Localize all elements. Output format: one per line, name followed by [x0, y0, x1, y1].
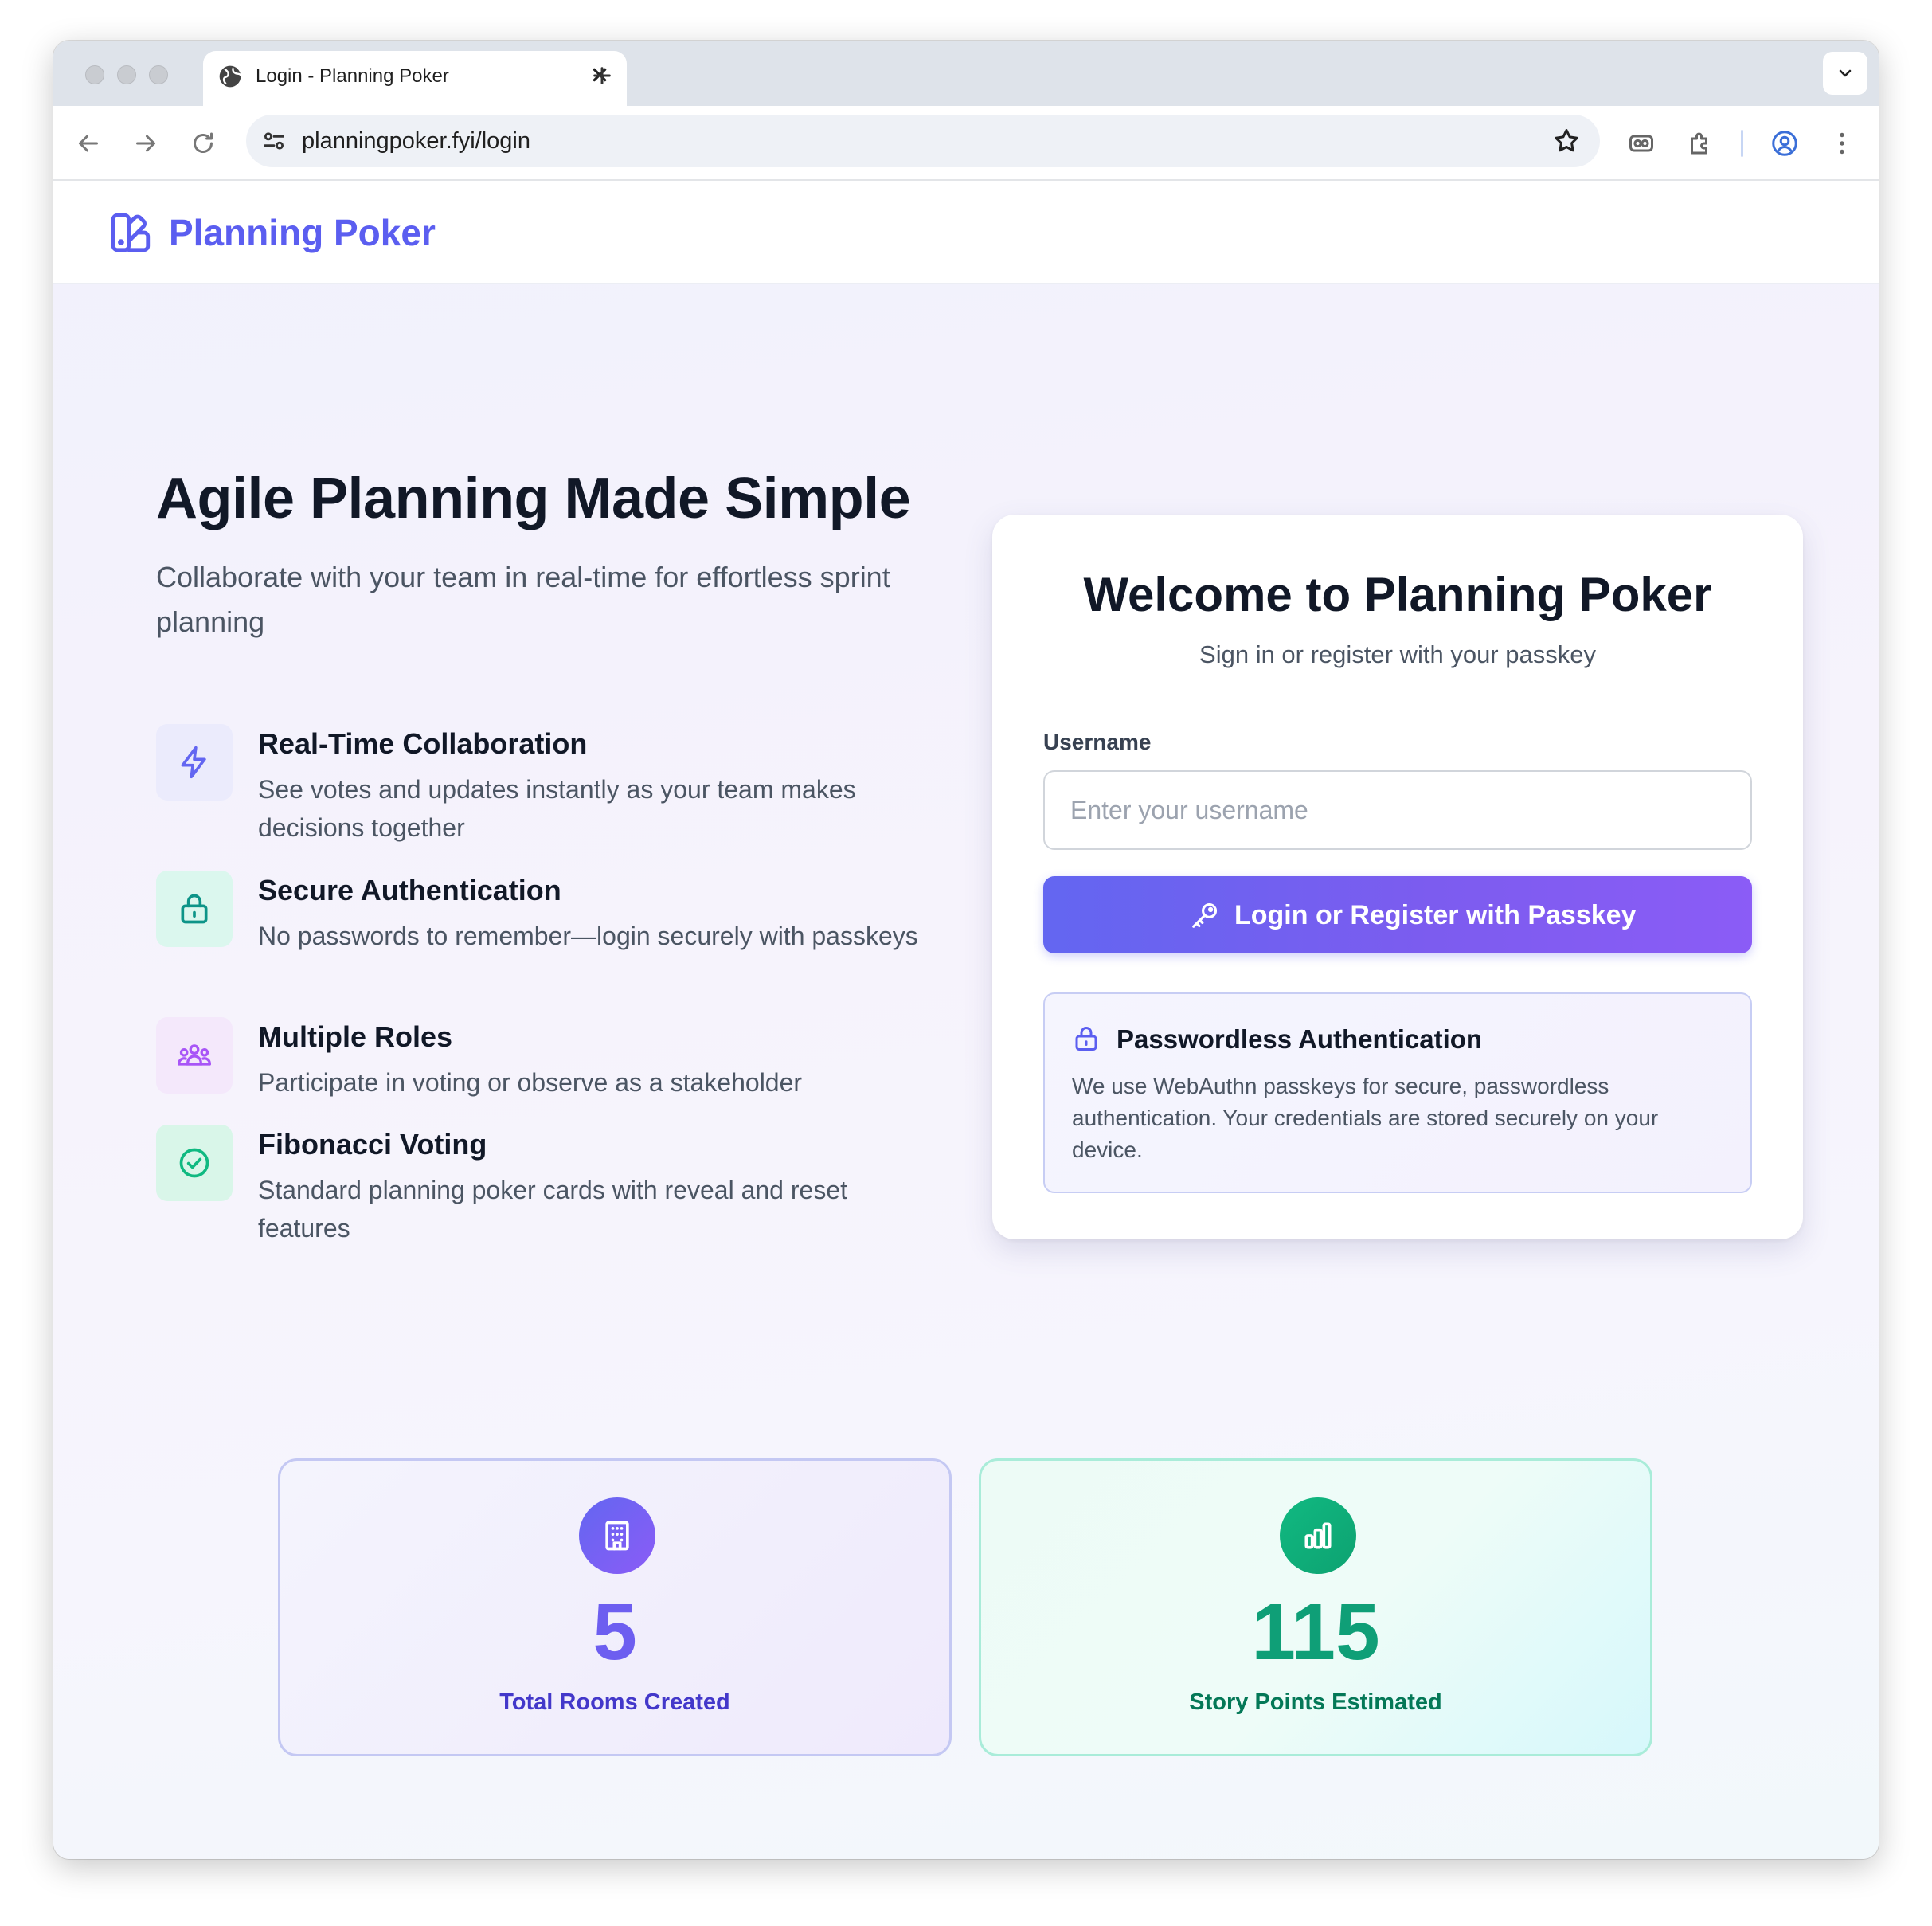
username-label: Username [1043, 730, 1152, 754]
back-icon[interactable] [74, 129, 103, 158]
check-circle-icon [179, 1148, 209, 1178]
browser-toolbar: planningpoker.fyi/login [53, 106, 1879, 181]
passkey-button-label: Login or Register with Passkey [1234, 900, 1637, 930]
new-tab-icon[interactable] [589, 63, 615, 88]
site-settings-icon[interactable] [260, 127, 287, 155]
login-title: Welcome to Planning Poker [1083, 568, 1712, 621]
feature-title: Secure Authentication [258, 874, 561, 906]
stat-card-story-points: 115 Story Points Estimated [979, 1458, 1652, 1756]
username-input[interactable] [1043, 770, 1752, 850]
stat-icon-circle [579, 1497, 655, 1574]
feature-title: Fibonacci Voting [258, 1128, 487, 1161]
browser-window: Login - Planning Poker planningpoker.fyi… [53, 41, 1879, 1859]
url-text: planningpoker.fyi/login [302, 128, 530, 154]
lock-icon [181, 894, 208, 924]
stat-value-story-points: 115 [1251, 1587, 1380, 1677]
building-icon [605, 1521, 629, 1551]
forward-icon[interactable] [131, 129, 160, 158]
close-window-button[interactable] [85, 65, 104, 84]
stat-card-rooms: 5 Total Rooms Created [278, 1458, 952, 1756]
bar-chart-icon [1304, 1522, 1332, 1549]
key-icon [1192, 902, 1218, 928]
extension-glasses-icon[interactable] [1627, 129, 1656, 158]
passkey-login-button[interactable]: Login or Register with Passkey [1043, 876, 1752, 953]
users-icon [178, 1044, 211, 1066]
info-text: We use WebAuthn passkeys for secure, pas… [1072, 1074, 1659, 1162]
login-card: Welcome to Planning Poker Sign in or reg… [992, 515, 1803, 1239]
menu-kebab-icon[interactable] [1828, 129, 1856, 158]
hero-subtitle: Collaborate with your team in real-time … [156, 561, 890, 638]
globe-icon [219, 65, 242, 88]
feature-icon-box [156, 1017, 233, 1094]
feature-icon-box [156, 1125, 233, 1201]
feature-item: Multiple Roles Participate in voting or … [156, 1017, 952, 1105]
feature-icon-box [156, 871, 233, 947]
maximize-window-button[interactable] [149, 65, 168, 84]
browser-tab[interactable]: Login - Planning Poker [203, 51, 627, 106]
feature-description: Participate in voting or observe as a st… [258, 1068, 803, 1097]
stat-value-rooms: 5 [593, 1587, 637, 1677]
address-bar[interactable]: planningpoker.fyi/login [246, 115, 1600, 167]
passwordless-info-box: Passwordless Authentication We use WebAu… [1043, 992, 1752, 1193]
feature-description: See votes and updates instantly as your … [258, 775, 856, 842]
app-header: Planning Poker [53, 181, 1879, 284]
page-content: Planning Poker Agile Planning Made Simpl… [53, 181, 1879, 1859]
feature-item: Real-Time Collaboration See votes and up… [156, 724, 952, 851]
feature-title: Real-Time Collaboration [258, 727, 588, 760]
feature-title: Multiple Roles [258, 1020, 453, 1053]
feature-icon-box [156, 724, 233, 801]
stat-label-rooms: Total Rooms Created [499, 1689, 730, 1715]
profile-icon[interactable] [1770, 129, 1799, 158]
feature-item: Secure Authentication No passwords to re… [156, 871, 952, 998]
toolbar-divider [1741, 130, 1743, 157]
tab-title: Login - Planning Poker [256, 65, 449, 87]
lock-icon [1075, 1027, 1097, 1051]
login-subtitle: Sign in or register with your passkey [1199, 640, 1596, 668]
stat-label-story-points: Story Points Estimated [1189, 1689, 1442, 1715]
tab-strip: Login - Planning Poker [53, 41, 1879, 106]
info-title: Passwordless Authentication [1117, 1024, 1483, 1054]
stat-icon-circle [1280, 1497, 1356, 1574]
minimize-window-button[interactable] [117, 65, 136, 84]
feature-item: Fibonacci Voting Standard planning poker… [156, 1125, 952, 1252]
cards-logo-icon[interactable] [108, 209, 154, 256]
tab-search-button[interactable] [1823, 52, 1867, 95]
lightning-icon [181, 746, 206, 779]
feature-description: Standard planning poker cards with revea… [258, 1176, 847, 1243]
hero-title: Agile Planning Made Simple [156, 467, 911, 530]
reload-icon[interactable] [189, 129, 217, 158]
chevron-down-icon [1839, 69, 1852, 77]
app-logo-text[interactable]: Planning Poker [169, 211, 436, 254]
feature-description: No passwords to remember—login securely … [258, 922, 918, 950]
extensions-puzzle-icon[interactable] [1686, 129, 1715, 158]
bookmark-star-icon[interactable] [1552, 127, 1581, 155]
